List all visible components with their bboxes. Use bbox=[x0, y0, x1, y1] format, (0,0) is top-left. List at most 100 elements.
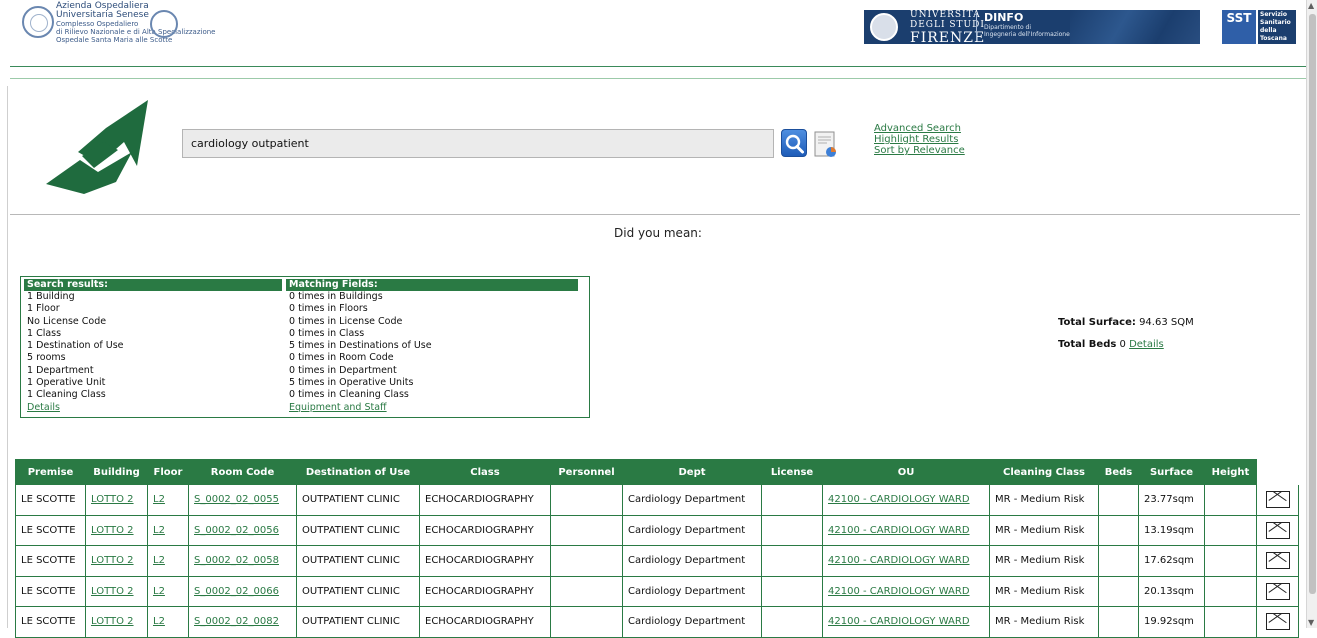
matching-fields-column: Matching Fields: 0 times in Buildings 0 … bbox=[286, 279, 578, 414]
building-link[interactable]: LOTTO 2 bbox=[91, 494, 134, 505]
floor-link[interactable]: L2 bbox=[153, 586, 165, 597]
result-line: 1 Operative Unit bbox=[27, 377, 106, 389]
header-divider bbox=[10, 66, 1306, 67]
cell-beds bbox=[1098, 575, 1139, 607]
col-destination-of-use[interactable]: Destination of Use bbox=[296, 459, 420, 485]
room-code-link[interactable]: S_0002_02_0082 bbox=[194, 616, 279, 627]
col-building[interactable]: Building bbox=[85, 459, 148, 485]
cell-cleaning: MR - Medium Risk bbox=[989, 514, 1099, 546]
cell-destination: OUTPATIENT CLINIC bbox=[296, 514, 420, 546]
col-premise[interactable]: Premise bbox=[15, 459, 86, 485]
room-code-link[interactable]: S_0002_02_0056 bbox=[194, 525, 279, 536]
beds-details-link[interactable]: Details bbox=[1129, 339, 1164, 350]
app-logo-icon[interactable] bbox=[44, 98, 154, 196]
result-line: 5 rooms bbox=[27, 352, 66, 364]
col-surface[interactable]: Surface bbox=[1138, 459, 1205, 485]
cell-class: ECHOCARDIOGRAPHY bbox=[419, 545, 551, 577]
result-line: 1 Building bbox=[27, 291, 75, 302]
building-link[interactable]: LOTTO 2 bbox=[91, 525, 134, 536]
col-beds[interactable]: Beds bbox=[1098, 459, 1139, 485]
field-line: 0 times in License Code bbox=[289, 315, 403, 327]
col-actions bbox=[1256, 459, 1299, 485]
cell-height bbox=[1204, 575, 1257, 607]
cell-personnel bbox=[550, 545, 623, 577]
field-line: 5 times in Destinations of Use bbox=[289, 340, 432, 352]
cell-personnel bbox=[550, 575, 623, 607]
result-line: 1 Class bbox=[27, 327, 62, 339]
col-room-code[interactable]: Room Code bbox=[188, 459, 297, 485]
results-details-link[interactable]: Details bbox=[27, 402, 60, 413]
search-input[interactable] bbox=[182, 129, 774, 158]
col-height[interactable]: Height bbox=[1204, 459, 1257, 485]
cell-surface: 17.62sqm bbox=[1138, 545, 1205, 577]
col-ou[interactable]: OU bbox=[822, 459, 990, 485]
cell-height bbox=[1204, 545, 1257, 577]
building-link[interactable]: LOTTO 2 bbox=[91, 555, 134, 566]
table-row: LE SCOTTE LOTTO 2 L2 S_0002_02_0058 OUTP… bbox=[15, 545, 1299, 577]
col-license[interactable]: License bbox=[761, 459, 823, 485]
result-line: 1 Cleaning Class bbox=[27, 389, 106, 401]
col-class[interactable]: Class bbox=[419, 459, 551, 485]
search-summary-panel: Search results: 1 Building 1 Floor No Li… bbox=[20, 276, 590, 418]
ou-link[interactable]: 42100 - CARDIOLOGY WARD bbox=[828, 525, 970, 536]
cell-beds bbox=[1098, 606, 1139, 638]
cell-license bbox=[761, 575, 823, 607]
envelope-icon[interactable] bbox=[1265, 582, 1290, 600]
magnifier-icon bbox=[785, 134, 804, 154]
dinfo-title: DINFO bbox=[984, 11, 1024, 24]
cell-class: ECHOCARDIOGRAPHY bbox=[419, 606, 551, 638]
result-line: 1 Floor bbox=[27, 303, 60, 315]
cell-dept: Cardiology Department bbox=[622, 484, 762, 516]
search-results-column: Search results: 1 Building 1 Floor No Li… bbox=[24, 279, 282, 414]
room-code-link[interactable]: S_0002_02_0058 bbox=[194, 555, 279, 566]
scrollbar-thumb[interactable] bbox=[1309, 14, 1316, 594]
floor-link[interactable]: L2 bbox=[153, 494, 165, 505]
scroll-up-icon[interactable]: ▲ bbox=[1308, 1, 1314, 10]
vertical-scrollbar[interactable]: ▲ ▼ bbox=[1306, 0, 1317, 628]
floor-link[interactable]: L2 bbox=[153, 616, 165, 627]
cell-destination: OUTPATIENT CLINIC bbox=[296, 545, 420, 577]
cell-destination: OUTPATIENT CLINIC bbox=[296, 606, 420, 638]
building-link[interactable]: LOTTO 2 bbox=[91, 616, 134, 627]
cell-premise: LE SCOTTE bbox=[15, 545, 86, 577]
envelope-icon[interactable] bbox=[1265, 521, 1290, 539]
cell-premise: LE SCOTTE bbox=[15, 484, 86, 516]
ou-link[interactable]: 42100 - CARDIOLOGY WARD bbox=[828, 616, 970, 627]
floor-link[interactable]: L2 bbox=[153, 525, 165, 536]
col-dept[interactable]: Dept bbox=[622, 459, 762, 485]
sst-logo: SST Servizio Sanitario della Toscana bbox=[1222, 10, 1298, 44]
room-code-link[interactable]: S_0002_02_0066 bbox=[194, 586, 279, 597]
equipment-staff-link[interactable]: Equipment and Staff bbox=[289, 402, 387, 413]
header-divider-light bbox=[10, 78, 1306, 79]
cell-cleaning: MR - Medium Risk bbox=[989, 606, 1099, 638]
cell-beds bbox=[1098, 484, 1139, 516]
envelope-icon[interactable] bbox=[1265, 491, 1290, 509]
scroll-down-icon[interactable]: ▼ bbox=[1308, 618, 1314, 627]
cell-license bbox=[761, 606, 823, 638]
cell-destination: OUTPATIENT CLINIC bbox=[296, 484, 420, 516]
cell-surface: 20.13sqm bbox=[1138, 575, 1205, 607]
table-row: LE SCOTTE LOTTO 2 L2 S_0002_02_0066 OUTP… bbox=[15, 575, 1299, 607]
col-cleaning-class[interactable]: Cleaning Class bbox=[989, 459, 1099, 485]
document-chart-icon bbox=[814, 131, 836, 157]
col-floor[interactable]: Floor bbox=[147, 459, 189, 485]
sst-name: Servizio Sanitario della Toscana bbox=[1258, 10, 1296, 44]
aou-logo-icon bbox=[22, 6, 54, 38]
building-link[interactable]: LOTTO 2 bbox=[91, 586, 134, 597]
field-line: 0 times in Room Code bbox=[289, 352, 394, 364]
envelope-icon[interactable] bbox=[1265, 552, 1290, 570]
ou-link[interactable]: 42100 - CARDIOLOGY WARD bbox=[828, 586, 970, 597]
ou-link[interactable]: 42100 - CARDIOLOGY WARD bbox=[828, 494, 970, 505]
col-personnel[interactable]: Personnel bbox=[550, 459, 623, 485]
ou-link[interactable]: 42100 - CARDIOLOGY WARD bbox=[828, 555, 970, 566]
cell-class: ECHOCARDIOGRAPHY bbox=[419, 575, 551, 607]
sort-by-relevance-link[interactable]: Sort by Relevance bbox=[874, 145, 965, 156]
highlight-results-link[interactable]: Highlight Results bbox=[874, 134, 965, 145]
cell-dept: Cardiology Department bbox=[622, 606, 762, 638]
cell-premise: LE SCOTTE bbox=[15, 575, 86, 607]
search-button[interactable] bbox=[781, 129, 807, 157]
advanced-search-link[interactable]: Advanced Search bbox=[874, 123, 965, 134]
export-button[interactable] bbox=[813, 130, 839, 159]
floor-link[interactable]: L2 bbox=[153, 555, 165, 566]
room-code-link[interactable]: S_0002_02_0055 bbox=[194, 494, 279, 505]
